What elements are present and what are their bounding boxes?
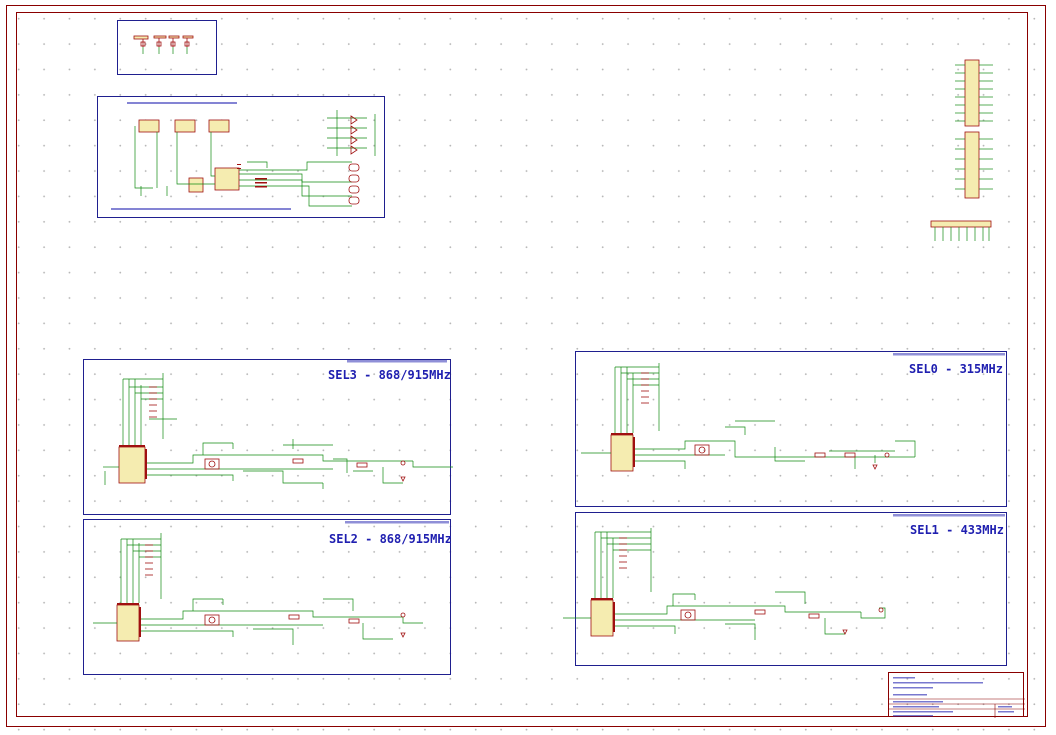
sel0-circuit: [581, 353, 1005, 472]
sel3-circuit: [103, 360, 453, 489]
schematic-sheet[interactable]: SEL3 - 868/915MHz SEL2 - 868/915MHz SEL0…: [0, 0, 1056, 735]
power-symbols-drawing: [133, 35, 194, 54]
sel2-circuit: [93, 521, 449, 645]
pin-header-strips: [930, 59, 993, 241]
title-block: [888, 672, 1025, 718]
mux-control-drawing: [111, 102, 376, 210]
sel1-circuit: [563, 514, 1005, 640]
title-block-lines: [889, 677, 1025, 718]
